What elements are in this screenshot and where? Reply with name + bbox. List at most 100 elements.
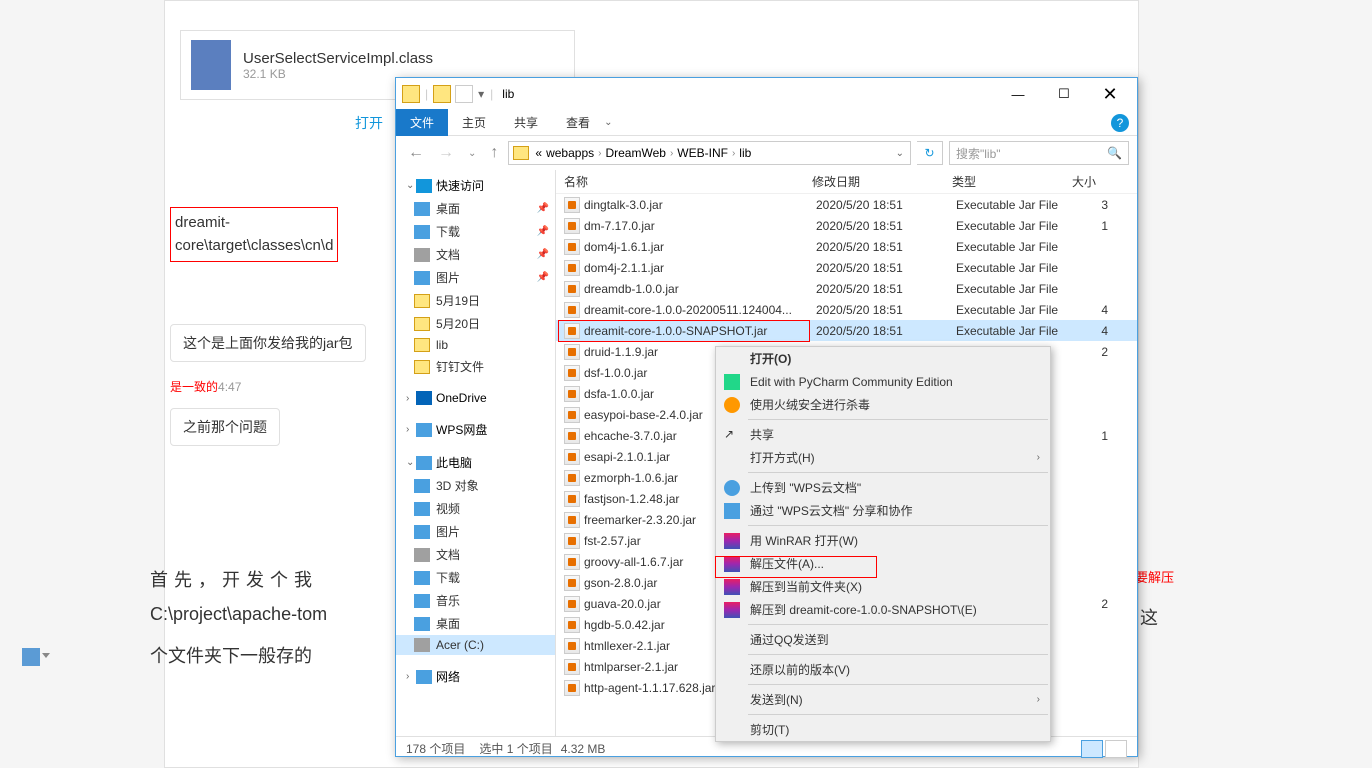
file-row[interactable]: dom4j-1.6.1.jar2020/5/20 18:51Executable… (556, 236, 1137, 257)
file-row[interactable]: dm-7.17.0.jar2020/5/20 18:51Executable J… (556, 215, 1137, 236)
col-date[interactable]: 修改日期 (812, 173, 952, 190)
jar-icon (564, 491, 580, 507)
tree-desktop[interactable]: 桌面📌 (396, 197, 555, 220)
chevron-down-icon[interactable]: ⌄ (604, 117, 612, 128)
context-menu: 打开(O) Edit with PyCharm Community Editio… (715, 346, 1051, 742)
chevron-right-icon: › (1037, 452, 1040, 463)
file-row[interactable]: dom4j-2.1.1.jar2020/5/20 18:51Executable… (556, 257, 1137, 278)
folder-icon (513, 146, 529, 160)
tree-folder[interactable]: 5月20日 (396, 312, 555, 335)
tree-acer-c[interactable]: Acer (C:) (396, 635, 555, 655)
tab-home[interactable]: 主页 (448, 109, 500, 136)
jar-icon (564, 344, 580, 360)
view-details-button[interactable] (1081, 740, 1103, 758)
tree-docs2[interactable]: 文档 (396, 543, 555, 566)
tree-wps[interactable]: ›WPS网盘 (396, 418, 555, 441)
doc-icon[interactable] (22, 648, 40, 666)
window-title: lib (502, 87, 514, 101)
tree-quick-access[interactable]: ⌄快速访问 (396, 174, 555, 197)
jar-icon (564, 428, 580, 444)
tree-video[interactable]: 视频 (396, 497, 555, 520)
ctx-extract-here[interactable]: 解压到当前文件夹(X) (716, 575, 1050, 598)
tab-file[interactable]: 文件 (396, 109, 448, 136)
tree-music[interactable]: 音乐 (396, 589, 555, 612)
jar-icon (564, 659, 580, 675)
pin-icon: 📌 (537, 249, 549, 260)
address-bar: ← → ⌄ ↑ « webapps› DreamWeb› WEB-INF› li… (396, 136, 1137, 170)
nav-tree: ⌄快速访问 桌面📌 下载📌 文档📌 图片📌 5月19日 5月20日 lib 钉钉… (396, 170, 556, 736)
pin-icon: 📌 (537, 203, 549, 214)
file-row[interactable]: dingtalk-3.0.jar2020/5/20 18:51Executabl… (556, 194, 1137, 215)
ctx-sendto[interactable]: 发送到(N)› (716, 688, 1050, 711)
jar-icon (564, 638, 580, 654)
chat-bubble-2: 之前那个问题 (170, 408, 280, 446)
open-link[interactable]: 打开 (355, 113, 383, 133)
up-button[interactable]: ↑ (486, 144, 502, 162)
recent-button[interactable]: ⌄ (464, 148, 480, 159)
props-icon (455, 85, 473, 103)
tree-downloads[interactable]: 下载📌 (396, 220, 555, 243)
attachment-filename: UserSelectServiceImpl.class (243, 50, 433, 67)
winrar-icon (724, 579, 740, 595)
forward-button[interactable]: → (434, 144, 458, 162)
file-icon (191, 40, 231, 90)
jar-icon (564, 386, 580, 402)
winrar-icon (724, 556, 740, 572)
help-icon[interactable]: ? (1111, 114, 1129, 132)
dropdown-icon[interactable] (42, 653, 50, 658)
jar-icon (564, 617, 580, 633)
jar-icon (564, 197, 580, 213)
close-button[interactable]: ✕ (1087, 79, 1133, 109)
tree-pictures2[interactable]: 图片 (396, 520, 555, 543)
winrar-icon (724, 602, 740, 618)
view-large-button[interactable] (1105, 740, 1127, 758)
ctx-openwith[interactable]: 打开方式(H)› (716, 446, 1050, 469)
title-bar[interactable]: | ▾ | lib — ☐ ✕ (396, 78, 1137, 110)
minimize-button[interactable]: — (995, 79, 1041, 109)
ctx-open[interactable]: 打开(O) (716, 347, 1050, 370)
huorong-icon (724, 397, 740, 413)
file-row[interactable]: dreamit-core-1.0.0-20200511.124004...202… (556, 299, 1137, 320)
col-type[interactable]: 类型 (952, 173, 1072, 190)
ctx-winrar-open[interactable]: 用 WinRAR 打开(W) (716, 529, 1050, 552)
col-name[interactable]: 名称 (564, 173, 812, 190)
ctx-wps-share[interactable]: 通过 "WPS云文档" 分享和协作 (716, 499, 1050, 522)
ctx-cut[interactable]: 剪切(T) (716, 718, 1050, 741)
ctx-extract[interactable]: 解压文件(A)... (716, 552, 1050, 575)
ctx-qq[interactable]: 通过QQ发送到 (716, 628, 1050, 651)
ctx-wps-upload[interactable]: 上传到 "WPS云文档" (716, 476, 1050, 499)
status-selected: 选中 1 个项目 (479, 740, 552, 757)
body-text-1: 首先，开发个我 (150, 566, 318, 592)
file-row[interactable]: dreamit-core-1.0.0-SNAPSHOT.jar2020/5/20… (556, 320, 1137, 341)
tree-pictures[interactable]: 图片📌 (396, 266, 555, 289)
maximize-button[interactable]: ☐ (1041, 79, 1087, 109)
tree-desk2[interactable]: 桌面 (396, 612, 555, 635)
tree-dl2[interactable]: 下载 (396, 566, 555, 589)
breadcrumb[interactable]: « webapps› DreamWeb› WEB-INF› lib ⌄ (508, 141, 911, 165)
tab-view[interactable]: 查看 (552, 109, 604, 136)
share-icon: ↗ (724, 427, 740, 443)
jar-icon (564, 218, 580, 234)
tree-thispc[interactable]: ⌄此电脑 (396, 451, 555, 474)
ctx-restore[interactable]: 还原以前的版本(V) (716, 658, 1050, 681)
tree-network[interactable]: ›网络 (396, 665, 555, 688)
tree-folder[interactable]: 5月19日 (396, 289, 555, 312)
ctx-extract-to[interactable]: 解压到 dreamit-core-1.0.0-SNAPSHOT\(E) (716, 598, 1050, 621)
search-icon: 🔍 (1107, 146, 1122, 160)
tree-folder[interactable]: 钉钉文件 (396, 355, 555, 378)
ctx-pycharm[interactable]: Edit with PyCharm Community Edition (716, 370, 1050, 393)
back-button[interactable]: ← (404, 144, 428, 162)
column-headers[interactable]: 名称 修改日期 类型 大小 (556, 170, 1137, 194)
tab-share[interactable]: 共享 (500, 109, 552, 136)
tree-documents[interactable]: 文档📌 (396, 243, 555, 266)
tree-onedrive[interactable]: ›OneDrive (396, 388, 555, 408)
refresh-button[interactable]: ↻ (917, 141, 943, 165)
tree-folder[interactable]: lib (396, 335, 555, 355)
col-size[interactable]: 大小 (1072, 173, 1112, 190)
ctx-huorong[interactable]: 使用火绒安全进行杀毒 (716, 393, 1050, 416)
folder-icon (402, 85, 420, 103)
search-input[interactable]: 搜索"lib"🔍 (949, 141, 1129, 165)
tree-3d[interactable]: 3D 对象 (396, 474, 555, 497)
ctx-share[interactable]: ↗共享 (716, 423, 1050, 446)
file-row[interactable]: dreamdb-1.0.0.jar2020/5/20 18:51Executab… (556, 278, 1137, 299)
